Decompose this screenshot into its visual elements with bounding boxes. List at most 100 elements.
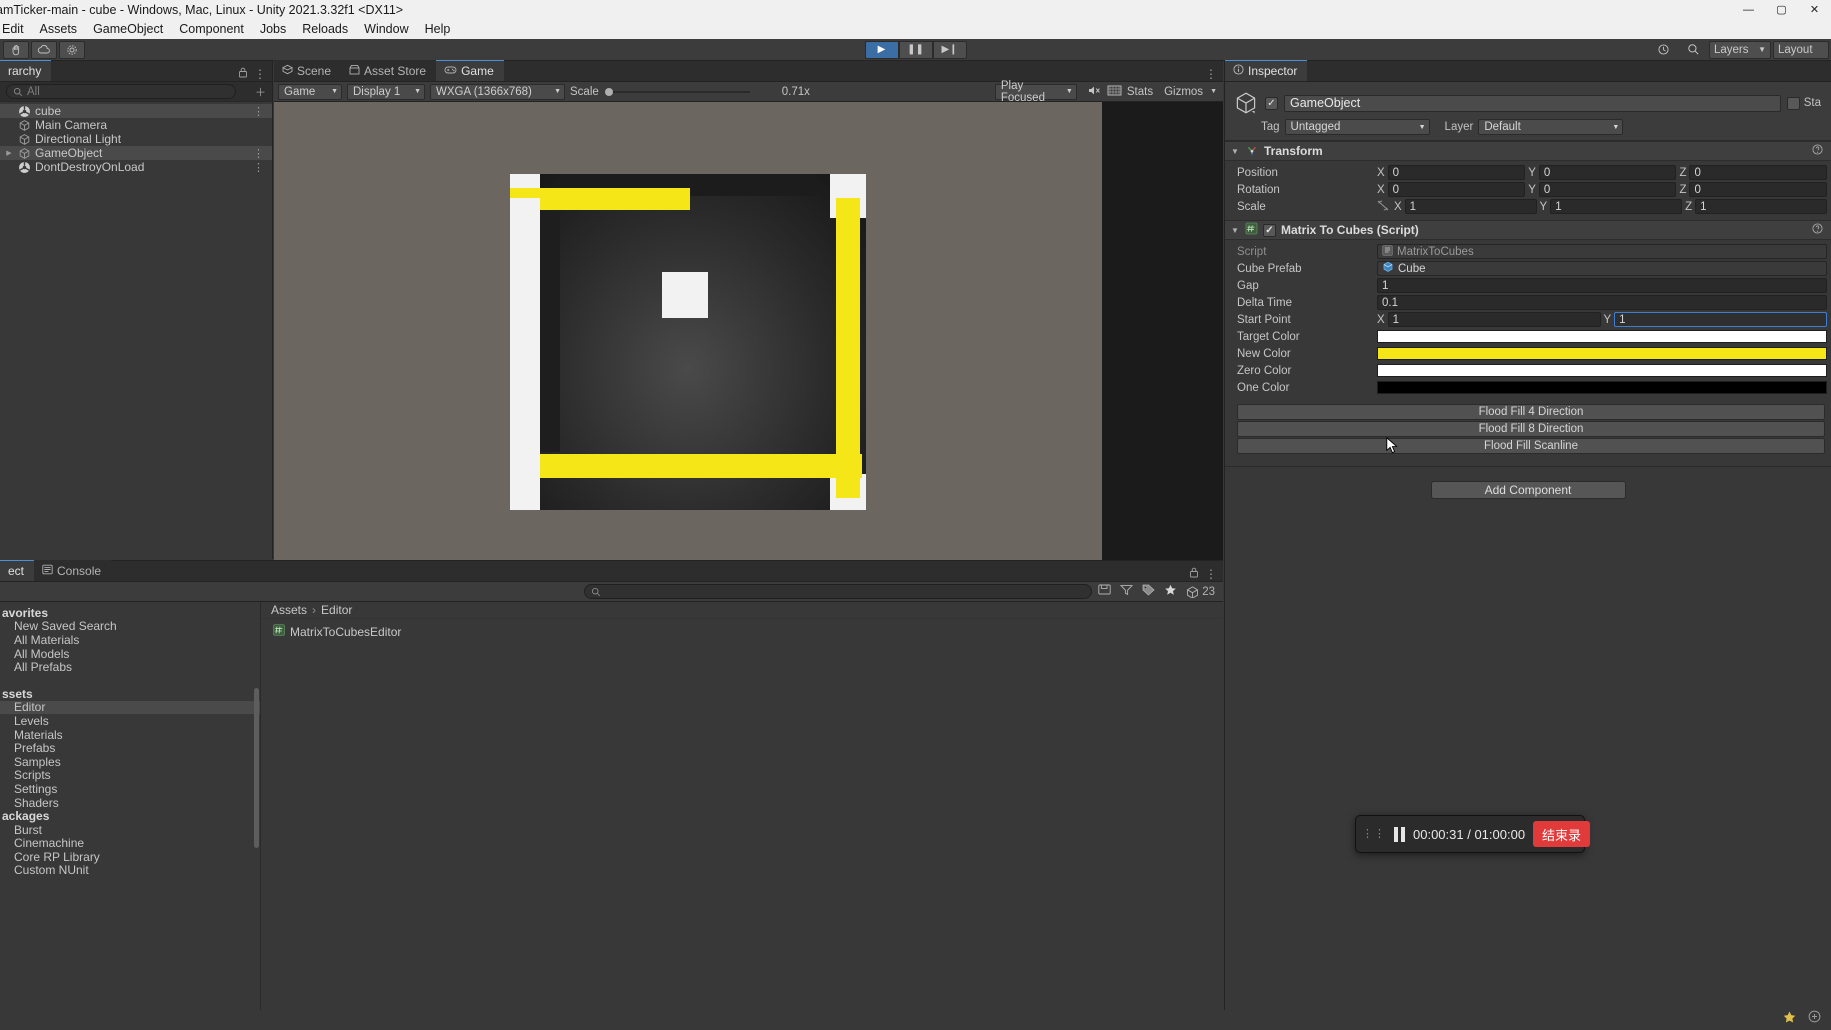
twisty-icon[interactable]: ▼ xyxy=(1230,147,1240,156)
scale-slider-track[interactable] xyxy=(604,87,750,96)
hand-tool-button[interactable] xyxy=(3,40,29,59)
game-view-render[interactable] xyxy=(274,102,1223,579)
help-icon[interactable] xyxy=(1812,223,1823,237)
tree-item-samples[interactable]: Samples xyxy=(0,755,260,769)
menu-item-component[interactable]: Component xyxy=(171,19,252,39)
close-button[interactable]: ✕ xyxy=(1798,0,1831,19)
help-icon[interactable] xyxy=(1812,144,1823,158)
tree-item-core-rp-library[interactable]: Core RP Library xyxy=(0,850,260,864)
rotation-x-input[interactable]: 0 xyxy=(1387,182,1526,197)
menu-item-help[interactable]: Help xyxy=(417,19,459,39)
new-color-swatch[interactable] xyxy=(1377,347,1827,360)
gameobject-enabled-checkbox[interactable]: ✓ xyxy=(1265,96,1278,110)
tray-icon-2[interactable] xyxy=(1808,1010,1821,1026)
menu-item-gameobject[interactable]: GameObject xyxy=(85,19,171,39)
editor-settings-button[interactable] xyxy=(59,40,85,59)
layout-dropdown[interactable]: Layout xyxy=(1773,40,1829,59)
maximize-button[interactable]: ▢ xyxy=(1765,0,1798,19)
tag-dropdown[interactable]: Untagged ▼ xyxy=(1284,119,1430,135)
project-search-input[interactable] xyxy=(584,584,1093,599)
menu-item-jobs[interactable]: Jobs xyxy=(252,19,294,39)
target-color-swatch[interactable] xyxy=(1377,330,1827,343)
project-tree-scrollbar[interactable] xyxy=(254,688,259,848)
one-color-swatch[interactable] xyxy=(1377,381,1827,394)
play-button[interactable]: ▶ xyxy=(864,40,899,59)
cube-prefab-objectfield[interactable]: Cube xyxy=(1377,261,1827,276)
flood-fill-8-direction-button[interactable]: Flood Fill 8 Direction xyxy=(1237,421,1825,437)
resolution-dropdown[interactable]: WXGA (1366x768) ▼ xyxy=(430,83,565,100)
scale-slider-knob[interactable] xyxy=(604,87,613,96)
tree-item-burst[interactable]: Burst xyxy=(0,823,260,837)
tree-item-prefabs[interactable]: Prefabs xyxy=(0,741,260,755)
flood-fill-scanline-button[interactable]: Flood Fill Scanline xyxy=(1237,438,1825,454)
tab-project[interactable]: ect xyxy=(0,560,35,581)
display-dropdown[interactable]: Display 1 ▼ xyxy=(347,83,425,100)
tree-item-editor[interactable]: Editor xyxy=(0,700,260,714)
tab-asset-store[interactable]: Asset Store xyxy=(341,60,437,81)
kebab-icon[interactable]: ⋮ xyxy=(254,67,266,81)
position-y-input[interactable]: 0 xyxy=(1538,165,1677,180)
tab-hierarchy[interactable]: rarchy xyxy=(0,60,52,81)
mute-audio-icon[interactable] xyxy=(1087,84,1102,100)
kebab-icon[interactable]: ⋮ xyxy=(1205,567,1217,581)
tree-item-settings[interactable]: Settings xyxy=(0,782,260,796)
twisty-icon[interactable]: ▼ xyxy=(1230,226,1240,235)
minimize-button[interactable]: — xyxy=(1732,0,1765,19)
scale-x-input[interactable]: 1 xyxy=(1404,199,1537,214)
start-point-x-input[interactable]: 1 xyxy=(1387,312,1601,327)
kebab-icon[interactable]: ⋮ xyxy=(253,105,272,118)
step-button[interactable]: ▶❙ xyxy=(932,40,967,59)
hierarchy-item-main-camera[interactable]: Main Camera xyxy=(0,118,272,132)
lock-icon[interactable] xyxy=(1189,567,1199,581)
render-doc-icon[interactable] xyxy=(1107,84,1122,100)
tree-item-all-prefabs[interactable]: All Prefabs xyxy=(0,660,260,674)
tree-item-cinemachine[interactable]: Cinemachine xyxy=(0,836,260,850)
twisty-icon[interactable]: ▶ xyxy=(4,149,14,157)
hierarchy-item-directional-light[interactable]: Directional Light xyxy=(0,132,272,146)
kebab-icon[interactable]: ⋮ xyxy=(253,161,272,174)
lock-icon[interactable] xyxy=(238,67,248,81)
add-component-button[interactable]: Add Component xyxy=(1430,481,1626,499)
zero-color-swatch[interactable] xyxy=(1377,364,1827,377)
position-z-input[interactable]: 0 xyxy=(1689,165,1828,180)
star-icon[interactable] xyxy=(1164,584,1177,599)
hierarchy-add-icon[interactable]: ＋ xyxy=(255,84,272,100)
asset-item-matrixtocubeseditor[interactable]: MatrixToCubesEditor xyxy=(261,624,1223,639)
delta-time-input[interactable]: 0.1 xyxy=(1377,295,1827,310)
tree-item-custom-nunit[interactable]: Custom NUnit xyxy=(0,863,260,877)
tab-scene[interactable]: Scene xyxy=(274,60,342,81)
script-component-header[interactable]: ▼ ✓ Matrix To Cubes (Script) xyxy=(1225,220,1831,240)
gap-input[interactable]: 1 xyxy=(1377,278,1827,293)
play-focused-dropdown[interactable]: Play Focused ▼ xyxy=(994,80,1077,104)
flood-fill-4-direction-button[interactable]: Flood Fill 4 Direction xyxy=(1237,404,1825,420)
cloud-button[interactable] xyxy=(31,40,57,59)
tab-inspector[interactable]: Inspector xyxy=(1225,60,1308,81)
menu-item-edit[interactable]: Edit xyxy=(0,19,32,39)
tree-item-materials[interactable]: Materials xyxy=(0,728,260,742)
rotation-y-input[interactable]: 0 xyxy=(1538,182,1677,197)
scale-slider[interactable] xyxy=(604,87,750,96)
hierarchy-item-gameobject[interactable]: ▶ GameObject ⋮ xyxy=(0,146,272,160)
script-enabled-checkbox[interactable]: ✓ xyxy=(1263,223,1276,237)
screen-recorder-widget[interactable]: ⋮⋮ 00:00:31 / 01:00:00 结束录 xyxy=(1355,815,1591,853)
tree-item-shaders[interactable]: Shaders xyxy=(0,796,260,810)
chevron-down-icon[interactable]: ▼ xyxy=(1210,88,1217,95)
game-canvas[interactable] xyxy=(274,102,1102,560)
hierarchy-item-dontdestroyonload[interactable]: DontDestroyOnLoad ⋮ xyxy=(0,160,272,174)
tree-item-new-saved-search[interactable]: New Saved Search xyxy=(0,619,260,633)
scale-z-input[interactable]: 1 xyxy=(1695,199,1827,214)
history-button[interactable] xyxy=(1650,41,1676,59)
layer-dropdown[interactable]: Default ▼ xyxy=(1478,119,1624,135)
view-mode-dropdown[interactable]: Game ▼ xyxy=(278,83,342,100)
tree-item-levels[interactable]: Levels xyxy=(0,714,260,728)
save-search-icon[interactable] xyxy=(1098,584,1111,599)
pause-button[interactable]: ❚❚ xyxy=(898,40,933,59)
search-button[interactable] xyxy=(1680,41,1706,59)
menu-item-reloads[interactable]: Reloads xyxy=(294,19,356,39)
hierarchy-search-input[interactable]: All xyxy=(6,84,236,99)
static-checkbox-group[interactable]: Sta xyxy=(1786,96,1825,110)
kebab-icon[interactable]: ⋮ xyxy=(1205,67,1217,81)
transform-component-header[interactable]: ▼ Transform xyxy=(1225,141,1831,161)
kebab-icon[interactable]: ⋮ xyxy=(253,147,272,160)
tree-item-scripts[interactable]: Scripts xyxy=(0,768,260,782)
